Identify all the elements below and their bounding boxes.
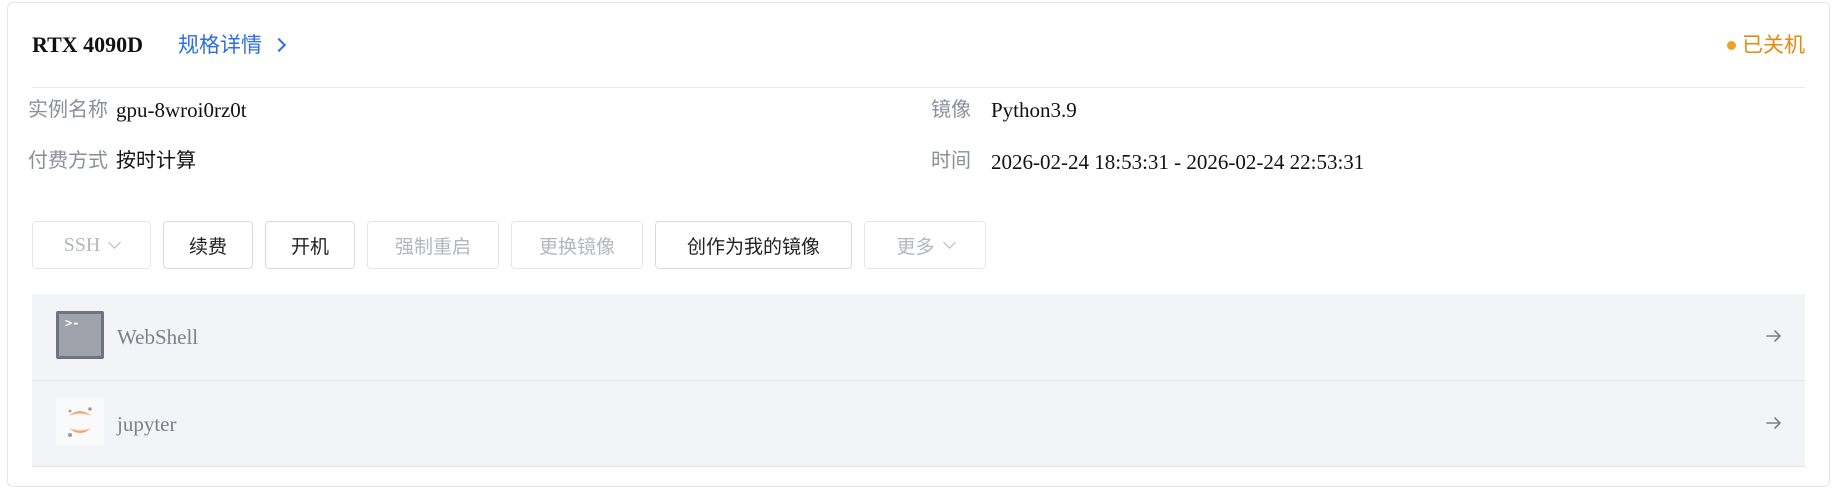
chevron-right-icon [271,37,287,53]
chevron-down-icon [108,236,122,249]
time-label: 时间 [931,148,971,172]
chevron-down-icon [942,236,956,249]
instance-name-value: gpu-8wroi0rz0t [116,98,247,122]
tool-item-webshell[interactable]: >- WebShell [32,294,1805,381]
card-header: RTX 4090D 规格详情 已关机 [32,3,1805,88]
status-text: 已关机 [1742,33,1805,57]
renew-button[interactable]: 续费 [163,221,253,269]
billing-label: 付费方式 [28,148,108,172]
spec-details-label: 规格详情 [178,33,262,57]
force-restart-button[interactable]: 强制重启 [367,221,499,269]
more-label: 更多 [896,235,935,258]
jupyter-icon [56,398,104,446]
power-on-button[interactable]: 开机 [265,221,355,269]
image-value: Python3.9 [991,98,1077,122]
tool-item-jupyter[interactable]: jupyter [32,381,1805,466]
arrow-right-icon [1766,417,1781,429]
instance-card: RTX 4090D 规格详情 已关机 实例名称 gpu-8wroi0rz0t 镜… [7,2,1830,487]
status-dot-icon [1727,40,1736,50]
more-dropdown[interactable]: 更多 [864,221,986,269]
ssh-label: SSH [63,233,101,256]
instance-name-label: 实例名称 [28,97,108,121]
tool-name: WebShell [117,325,199,349]
terminal-icon: >- [56,311,104,359]
gpu-name: RTX 4090D [32,32,144,57]
arrow-right-icon [1766,330,1781,342]
image-label: 镜像 [931,97,971,121]
time-value: 2026-02-24 18:53:31 - 2026-02-24 22:53:3… [991,150,1365,174]
status-badge: 已关机 [1727,31,1805,59]
spec-details-link[interactable]: 规格详情 [178,31,287,59]
tool-name: jupyter [117,412,177,436]
billing-value: 按时计算 [116,148,196,172]
create-image-button[interactable]: 创作为我的镜像 [655,221,852,269]
tools-list: >- WebShell jupyter [32,294,1805,467]
ssh-dropdown[interactable]: SSH [32,221,151,269]
change-image-button[interactable]: 更换镜像 [511,221,643,269]
